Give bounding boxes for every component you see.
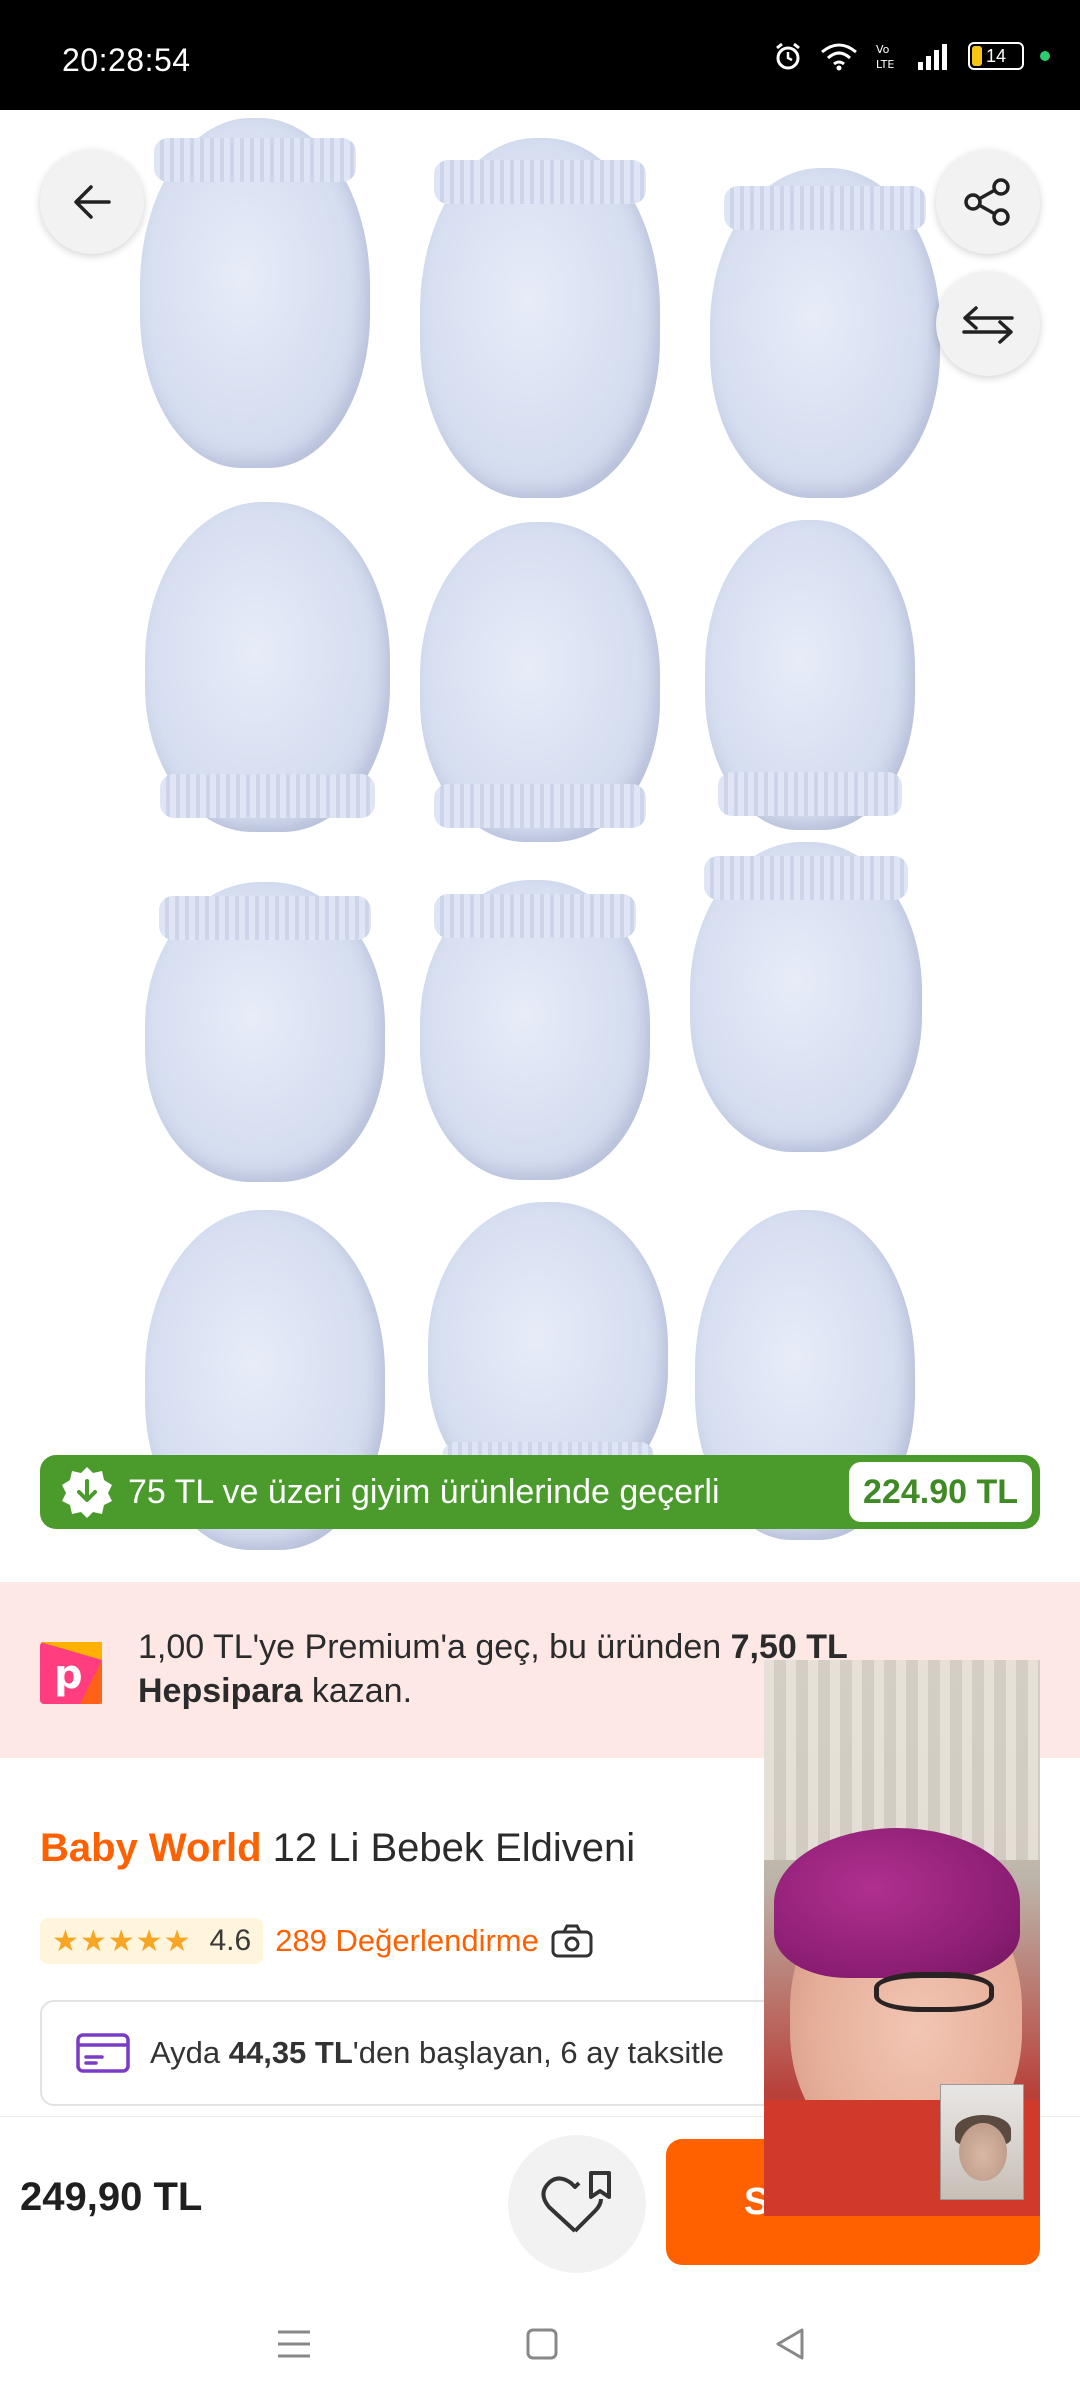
status-bar: 20:28:54 Vo LTE 14	[0, 0, 1080, 110]
clothing-discount-banner[interactable]: 75 TL ve üzeri giyim ürünlerinde geçerli…	[40, 1455, 1040, 1529]
caller-glasses	[874, 1972, 994, 2012]
battery-icon: 14	[968, 42, 1024, 70]
svg-text:Vo: Vo	[876, 43, 890, 56]
camera-icon[interactable]	[551, 1924, 593, 1958]
arrow-left-icon	[74, 185, 111, 219]
mitten	[420, 880, 650, 1180]
rating-box: ★★★★★ 4.6	[40, 1918, 264, 1964]
brand-link[interactable]: Baby World	[40, 1826, 262, 1870]
mitten	[420, 522, 660, 842]
mitten	[145, 882, 385, 1182]
mitten	[420, 138, 660, 498]
back-nav-icon[interactable]	[768, 2322, 812, 2366]
product-detail-page: 20:28:54 Vo LTE 14 75 TL ve üzeri giyim …	[0, 0, 1080, 2400]
mitten	[690, 842, 922, 1152]
caller-headscarf	[774, 1828, 1020, 1978]
volte-icon: Vo LTE	[876, 43, 894, 71]
svg-text:LTE: LTE	[876, 58, 894, 71]
premium-line-1: 1,00 TL'ye Premium'a geç, bu üründen 7,5…	[138, 1628, 848, 1667]
heart-bookmark-icon	[541, 2171, 611, 2233]
product-price: 249,90 TL	[20, 2175, 203, 2219]
menu-icon[interactable]	[272, 2322, 316, 2366]
mitten	[705, 520, 915, 830]
wifi-icon	[821, 43, 857, 71]
svg-text:p: p	[54, 1652, 83, 1698]
video-call-overlay[interactable]	[764, 1660, 1040, 2216]
rating-score: 4.6	[209, 1924, 252, 1957]
battery-level: 14	[985, 45, 1007, 66]
premium-line-1-text: 1,00 TL'ye Premium'a geç, bu üründen	[138, 1628, 731, 1666]
mitten	[710, 168, 940, 498]
home-icon[interactable]	[520, 2322, 564, 2366]
mitten	[140, 118, 370, 468]
mitten	[145, 502, 390, 832]
product-title: Baby World 12 Li Bebek Eldiveni	[40, 1826, 635, 1871]
hepsipara-logo: p	[40, 1642, 102, 1704]
status-icons: Vo LTE 14	[772, 40, 1050, 72]
star-rating-icon: ★★★★★	[52, 1924, 192, 1958]
rating-row[interactable]: ★★★★★ 4.6 289 Değerlendirme	[40, 1918, 593, 1964]
system-navigation-bar	[0, 2286, 1080, 2400]
status-time: 20:28:54	[62, 42, 191, 78]
installment-text: Ayda 44,35 TL'den başlayan, 6 ay taksitl…	[150, 2035, 724, 2071]
compare-button[interactable]	[936, 272, 1040, 376]
installment-prefix: Ayda	[150, 2035, 229, 2070]
back-button[interactable]	[40, 150, 144, 254]
privacy-dot	[1040, 51, 1050, 61]
premium-line-2: Hepsipara kazan.	[138, 1672, 412, 1711]
share-button[interactable]	[936, 150, 1040, 254]
signal-icon	[918, 44, 947, 70]
credit-card-icon	[76, 2033, 130, 2073]
installment-amount: 44,35 TL	[228, 2035, 353, 2070]
banner-text: 75 TL ve üzeri giyim ürünlerinde geçerli	[128, 1472, 720, 1511]
product-name: 12 Li Bebek Eldiveni	[261, 1826, 636, 1870]
installment-suffix: 'den başlayan, 6 ay taksitle	[352, 2035, 725, 2070]
self-view-thumbnail[interactable]	[940, 2084, 1024, 2200]
favorite-button[interactable]	[508, 2135, 646, 2273]
product-image[interactable]	[0, 110, 1080, 1580]
self-face	[959, 2123, 1007, 2181]
review-count-link[interactable]: 289 Değerlendirme	[275, 1923, 539, 1959]
hepsipara-label: Hepsipara	[138, 1672, 303, 1710]
alarm-icon	[776, 42, 800, 70]
discount-badge-icon	[62, 1467, 112, 1518]
premium-line-2-text: kazan.	[302, 1672, 413, 1710]
compare-arrows-icon	[962, 306, 1014, 344]
share-icon	[964, 178, 1010, 226]
discounted-price: 224.90 TL	[849, 1462, 1032, 1522]
